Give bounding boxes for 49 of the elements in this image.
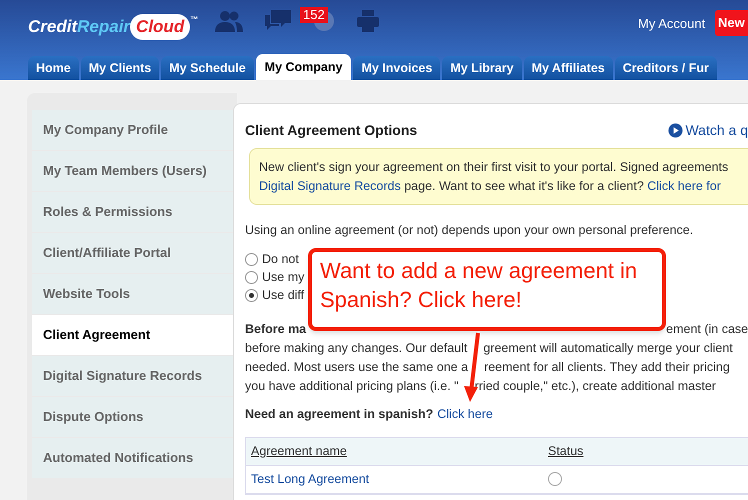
nav-tab[interactable]: My Clients — [80, 56, 160, 80]
sidebar-item[interactable]: My Team Members (Users) — [32, 151, 233, 191]
details-line: reement for all clients. They add their pricing — [484, 358, 730, 376]
chat-icon[interactable] — [265, 10, 291, 32]
sidebar-item[interactable]: Automated Notifications — [32, 438, 233, 478]
notice-link[interactable]: Digital Signature Records — [259, 179, 401, 193]
status-radio[interactable] — [548, 472, 562, 486]
spanish-prompt: Need an agreement in spanish? — [245, 406, 434, 423]
details-line: before making any changes. Our default — [245, 340, 468, 357]
sidebar-item[interactable]: Client Agreement — [32, 315, 233, 355]
details-line: you have additional pricing plans (i.e. " — [245, 378, 459, 395]
notice-text: New client's sign your agreement on their first visit to your portal. Signed agreements Digital Signature Records page. Want to see what it's like for a client? Click here for — [259, 159, 730, 195]
account-link[interactable]: My Account — [638, 14, 706, 34]
details-line: greement will automatically merge your client — [483, 340, 733, 357]
nav-tab[interactable]: My Invoices — [353, 56, 440, 80]
sidebar-item[interactable]: My Company Profile — [32, 110, 233, 150]
sidebar-item[interactable]: Dispute Options — [32, 397, 233, 437]
notice-link[interactable]: Click here for — [647, 179, 721, 193]
nav-tab[interactable]: My Library — [442, 56, 522, 80]
nav-tab[interactable]: My Company — [256, 54, 352, 80]
sidebar-item[interactable]: Roles & Permissions — [32, 192, 233, 232]
agreement-link[interactable]: Test Long Agreement — [246, 470, 548, 488]
people-icon[interactable] — [215, 10, 243, 32]
nav-tab[interactable]: My Schedule — [161, 56, 254, 80]
section-title: Client Agreement Options — [245, 120, 418, 140]
option-label: Do not — [262, 251, 299, 268]
printer-icon[interactable] — [357, 10, 379, 32]
details-line: needed. Most users use the same one a — [245, 358, 468, 376]
column-header[interactable]: Agreement name — [246, 442, 548, 460]
nav-tab[interactable]: Creditors / Fur — [614, 56, 717, 80]
video-link[interactable]: Watch a q — [668, 120, 748, 140]
option-label: Use diff — [262, 287, 304, 304]
details-lead: Before ma — [245, 320, 306, 338]
nav-tab[interactable]: My Affiliates — [524, 56, 613, 80]
sidebar-item[interactable]: Digital Signature Records — [32, 356, 233, 396]
new-button[interactable]: New — [715, 10, 748, 36]
play-icon — [668, 122, 684, 138]
intro-text: Using an online agreement (or not) depends upon your own personal preference. — [245, 222, 694, 239]
spanish-link[interactable]: Click here — [437, 404, 493, 424]
callout: Want to add a new agreement in Spanish? Click here! — [308, 248, 666, 331]
nav-tab[interactable]: Home — [28, 56, 79, 80]
notification-badge: 152 — [300, 7, 328, 23]
option-label: Use my — [262, 269, 304, 286]
details-line: rried couple," etc.), create additional master — [474, 378, 716, 395]
sidebar-item[interactable]: Client/Affiliate Portal — [32, 233, 233, 273]
logo[interactable]: CreditRepair Cloud ™ — [28, 14, 198, 40]
details-fragment: ement (in case — [666, 320, 748, 338]
sidebar-item[interactable]: Website Tools — [32, 274, 233, 314]
column-header[interactable]: Status — [548, 442, 584, 460]
